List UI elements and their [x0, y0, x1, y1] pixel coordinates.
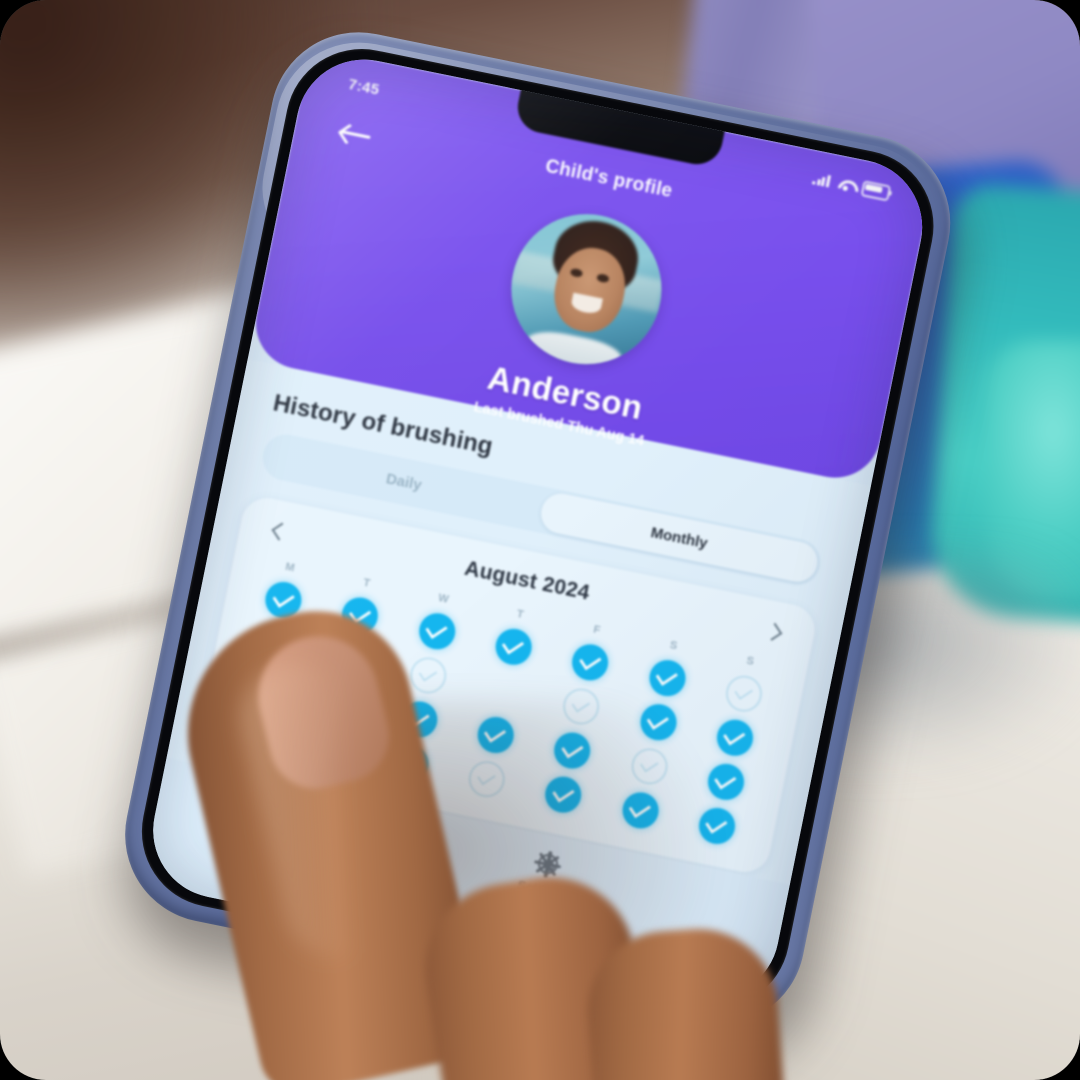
- calendar-day-done[interactable]: [492, 625, 535, 669]
- calendar-day-done[interactable]: [321, 682, 364, 726]
- calendar-day-done[interactable]: [542, 773, 585, 816]
- calendar-day-done[interactable]: [330, 638, 373, 681]
- calendar-day-done[interactable]: [339, 594, 382, 637]
- tabbar-item-settings[interactable]: Settings: [516, 847, 575, 902]
- check-icon: [646, 709, 670, 731]
- home-icon: [375, 817, 405, 846]
- calendar-day-done[interactable]: [474, 713, 517, 757]
- tabbar-item-home[interactable]: Home: [365, 816, 410, 869]
- weekday-label: T: [362, 576, 372, 590]
- check-icon: [628, 797, 652, 819]
- calendar-day-done[interactable]: [397, 698, 441, 741]
- check-icon: [339, 647, 363, 668]
- check-icon: [705, 813, 728, 834]
- check-icon: [398, 751, 421, 772]
- check-icon: [272, 587, 295, 609]
- weekday-label: T: [515, 607, 525, 622]
- calendar-day-miss[interactable]: [560, 685, 603, 728]
- check-icon: [321, 735, 345, 756]
- chevron-right-icon[interactable]: [762, 619, 788, 645]
- tabbar-label: Home: [365, 846, 404, 869]
- check-icon: [348, 603, 372, 624]
- calendar-day-done[interactable]: [645, 656, 689, 700]
- tabbar-label: Settings: [516, 877, 570, 903]
- calendar-day-done[interactable]: [415, 610, 459, 653]
- check-icon: [551, 782, 575, 803]
- chevron-left-icon[interactable]: [266, 518, 292, 544]
- calendar-day-miss[interactable]: [465, 757, 508, 801]
- calendar-day-miss[interactable]: [235, 711, 278, 754]
- status-time: 7:45: [346, 75, 381, 99]
- gear-teeth: [534, 850, 562, 878]
- calendar-day-done[interactable]: [312, 726, 355, 770]
- check-icon: [254, 675, 277, 697]
- check-icon: [418, 664, 438, 682]
- calendar-day-done[interactable]: [713, 716, 757, 759]
- weekday-label: F: [592, 623, 602, 637]
- calendar-day-done[interactable]: [636, 700, 680, 744]
- avatar[interactable]: [497, 200, 675, 378]
- calendar-day-empty: [483, 670, 525, 712]
- calendar-day-done[interactable]: [704, 760, 748, 804]
- calendar-month-label: August 2024: [462, 556, 592, 605]
- calendar-day-done[interactable]: [569, 641, 612, 684]
- calendar-day-done[interactable]: [618, 789, 662, 832]
- battery-icon: [860, 180, 892, 202]
- calendar-day-miss[interactable]: [722, 672, 766, 715]
- signal-icon: [811, 172, 831, 188]
- check-icon: [246, 721, 266, 739]
- wifi-icon: [837, 177, 854, 192]
- calendar-day-done[interactable]: [695, 804, 739, 848]
- weekday-label: S: [745, 654, 756, 668]
- check-icon: [578, 649, 602, 671]
- check-icon: [477, 768, 496, 786]
- check-icon: [723, 725, 746, 746]
- calendar-day-done[interactable]: [244, 666, 287, 710]
- calendar-day-miss[interactable]: [627, 745, 671, 788]
- check-icon: [571, 695, 591, 713]
- calendar-day-done[interactable]: [262, 578, 305, 622]
- check-icon: [734, 682, 753, 701]
- weekday-label: M: [284, 560, 296, 575]
- check-icon: [639, 755, 659, 773]
- check-icon: [330, 691, 354, 712]
- weekday-label: S: [668, 639, 679, 653]
- check-icon: [502, 634, 525, 655]
- photo-scene: 7:45 Child's profile Anderson Last brush…: [0, 0, 1080, 1080]
- calendar-day-done[interactable]: [551, 729, 594, 772]
- check-icon: [425, 618, 448, 640]
- check-icon: [407, 706, 430, 728]
- weekday-label: W: [437, 591, 450, 606]
- calendar-day-miss[interactable]: [406, 654, 450, 697]
- gear-icon: [534, 850, 562, 878]
- calendar-day-done[interactable]: [253, 622, 296, 666]
- check-icon: [484, 722, 507, 744]
- calendar-day-done[interactable]: [388, 742, 432, 785]
- check-icon: [655, 665, 679, 687]
- check-icon: [714, 769, 737, 790]
- check-icon: [263, 631, 286, 653]
- check-icon: [560, 738, 584, 759]
